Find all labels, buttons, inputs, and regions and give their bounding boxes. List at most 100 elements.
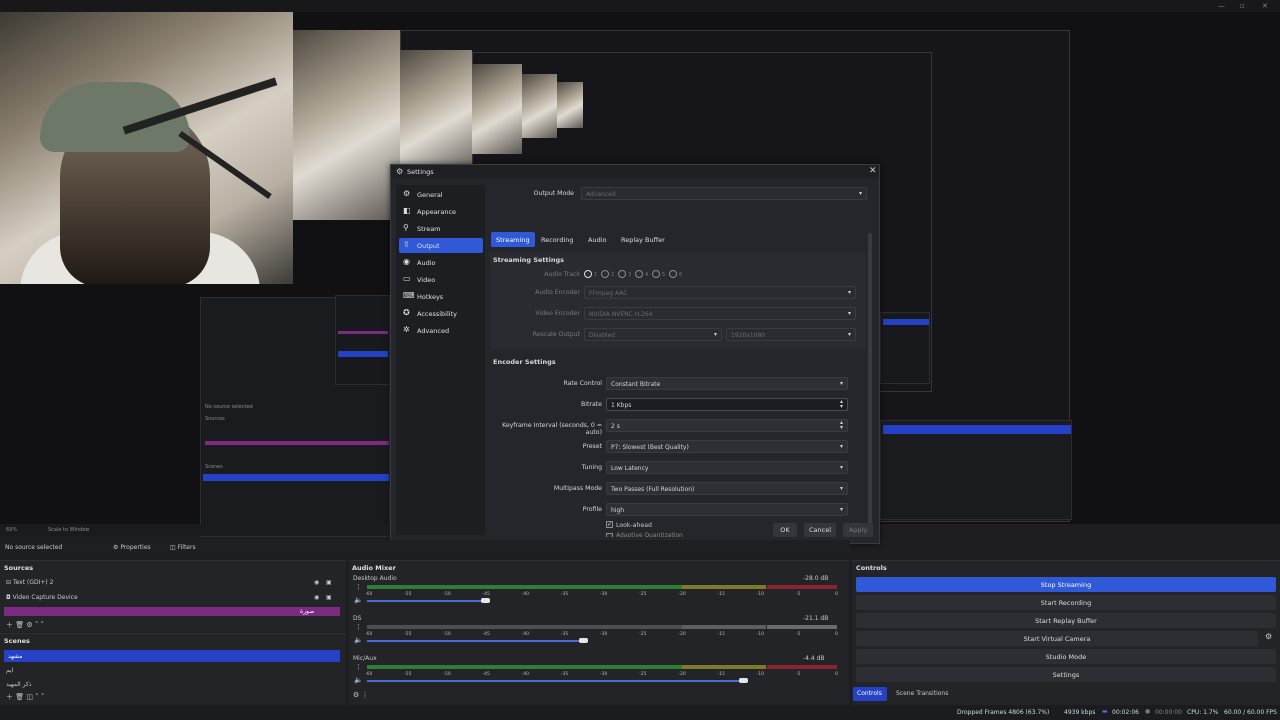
dock-tab-controls[interactable]: Controls — [853, 687, 887, 701]
dock-tab-scene-transitions[interactable]: Scene Transitions — [896, 690, 948, 697]
menu-dots-icon[interactable]: ⋮ — [355, 663, 362, 671]
lookahead-checkbox[interactable]: ✓ — [606, 521, 613, 528]
audio-mixer-title: Audio Mixer — [352, 564, 396, 572]
rescale-resolution-select[interactable]: 1920x1080 ▾ — [726, 328, 856, 341]
menu-dots-icon[interactable]: ⋮ — [355, 623, 362, 631]
speaker-icon[interactable]: 🔈 — [354, 596, 363, 604]
preset-select[interactable]: P7: Slowest (Best Quality) ▾ — [606, 440, 848, 453]
settings-dialog: ⚙ Settings ✕ ⚙ General ◧ Appearance ⚲ Stream ⇪… — [390, 164, 880, 544]
scene-item-selected[interactable]: مشهد — [4, 650, 340, 662]
audio-track-radio[interactable]: 2 — [601, 270, 614, 278]
eye-icon[interactable]: ◉ — [314, 579, 319, 586]
lock-icon[interactable]: ▣ — [326, 579, 332, 586]
source-item-selected[interactable]: صورة — [4, 607, 340, 616]
scene-item[interactable]: ذكر المهيد — [6, 681, 31, 688]
minimize-icon[interactable]: — — [1218, 2, 1225, 10]
nav-item-appearance[interactable]: ◧ Appearance — [399, 204, 483, 219]
lookahead-label: Look-ahead — [616, 522, 652, 529]
meter-scale-tick: -60 — [365, 632, 373, 637]
audio-track-radio[interactable]: 4 — [635, 270, 648, 278]
spin-arrows-icon[interactable]: ▴ ▾ — [840, 399, 843, 410]
nested-controls — [880, 420, 1072, 520]
tab-streaming[interactable]: Streaming — [491, 232, 535, 247]
volume-slider-knob[interactable] — [579, 638, 589, 643]
source-toolbar: No source selected ⚙ Properties ◫ Filter… — [0, 540, 850, 556]
stream-icon: ▬ — [1102, 708, 1108, 715]
audio-encoder-select[interactable]: FFmpeg AAC ▾ — [584, 286, 856, 299]
scene-actions[interactable]: ＋ 🗑 ◫ ˄ ˅ — [6, 692, 44, 702]
settings-button[interactable]: Settings — [856, 667, 1276, 682]
source-actions[interactable]: ＋ 🗑 ⚙ ˄ ˅ — [6, 620, 44, 630]
camera-echo-5 — [557, 82, 583, 128]
multipass-select[interactable]: Two Passes (Full Resolution) ▾ — [606, 482, 848, 495]
output-mode-select[interactable]: Advanced ▾ — [581, 187, 867, 200]
camera-icon: ◘ — [6, 594, 11, 601]
scale-mode[interactable]: Scale to Window — [48, 527, 89, 533]
video-encoder-select[interactable]: NVIDIA NVENC H.264 ▾ — [584, 307, 856, 320]
filters-button[interactable]: ◫ Filters — [170, 544, 196, 551]
studio-mode-button[interactable]: Studio Mode — [856, 649, 1276, 664]
meter-scale-tick: -50 — [443, 632, 451, 637]
bitrate-input[interactable]: 1 Kbps ▴ ▾ — [606, 398, 848, 411]
ok-button[interactable]: OK — [773, 523, 797, 537]
nav-item-label: Audio — [417, 259, 436, 267]
keyframe-label: Keyframe Interval (seconds, 0 = auto) — [502, 422, 602, 436]
adaptive-checkbox[interactable] — [606, 533, 613, 537]
source-item[interactable]: ◘ Video Capture Device — [6, 594, 78, 601]
start-replay-buffer-button[interactable]: Start Replay Buffer — [856, 613, 1276, 628]
stop-streaming-button[interactable]: Stop Streaming — [856, 577, 1276, 592]
start-virtual-camera-button[interactable]: Start Virtual Camera — [856, 631, 1258, 646]
cancel-button[interactable]: Cancel — [804, 523, 836, 537]
audio-track-radio[interactable]: 6 — [669, 270, 682, 278]
source-item[interactable]: ⊟ Text (GDI+) 2 — [6, 579, 53, 586]
settings-scrollbar[interactable] — [868, 233, 872, 529]
keyframe-input[interactable]: 2 s ▴ ▾ — [606, 419, 848, 432]
nav-item-advanced[interactable]: ✲ Advanced — [399, 323, 483, 338]
nav-item-label: General — [417, 191, 443, 199]
profile-select[interactable]: high ▾ — [606, 503, 848, 516]
camera-echo-1 — [293, 30, 400, 220]
rescale-output-select[interactable]: Disabled ▾ — [584, 328, 722, 341]
nav-item-general[interactable]: ⚙ General — [399, 187, 483, 202]
nav-item-stream[interactable]: ⚲ Stream — [399, 221, 483, 236]
meter-scale-tick: -15 — [717, 672, 725, 677]
close-dialog-icon[interactable]: ✕ — [869, 166, 877, 176]
audio-track-radio[interactable]: 3 — [618, 270, 631, 278]
volume-slider[interactable] — [367, 600, 485, 602]
spin-arrows-icon[interactable]: ▴ ▾ — [840, 420, 843, 431]
volume-slider-knob[interactable] — [480, 598, 490, 603]
nav-item-accessibility[interactable]: ✪ Accessibility — [399, 306, 483, 321]
scene-item[interactable]: ايم — [6, 667, 13, 674]
lock-icon[interactable]: ▣ — [326, 594, 332, 601]
nav-item-hotkeys[interactable]: ⌨ Hotkeys — [399, 289, 483, 304]
close-icon[interactable]: ✕ — [1262, 2, 1268, 10]
volume-slider-knob[interactable] — [739, 678, 748, 683]
zoom-level[interactable]: 69% — [6, 527, 17, 533]
maximize-icon[interactable]: ▫ — [1240, 2, 1245, 10]
menu-dots-icon[interactable]: ⋮ — [355, 583, 362, 591]
apply-button[interactable]: Apply — [843, 523, 873, 537]
properties-button[interactable]: ⚙ Properties — [113, 544, 151, 551]
virtual-camera-settings-icon[interactable]: ⚙ — [1265, 632, 1272, 641]
tab-replay-buffer[interactable]: Replay Buffer — [616, 232, 670, 247]
volume-slider[interactable] — [367, 640, 584, 642]
camera-echo-2 — [400, 50, 472, 176]
nav-item-audio[interactable]: ◉ Audio — [399, 255, 483, 270]
nav-item-video[interactable]: ▭ Video — [399, 272, 483, 287]
tab-recording[interactable]: Recording — [536, 232, 579, 247]
speaker-icon[interactable]: 🔈 — [354, 676, 363, 684]
audio-track-radio[interactable]: 1 — [584, 270, 597, 278]
meter-scale-tick: -35 — [560, 592, 569, 597]
rate-control-select[interactable]: Constant Bitrate ▾ — [606, 377, 848, 390]
tuning-select[interactable]: Low Latency ▾ — [606, 461, 848, 474]
speaker-icon[interactable]: 🔈 — [354, 636, 363, 644]
volume-slider[interactable] — [367, 680, 743, 682]
mixer-settings-icon[interactable]: ⚙ ⋮ — [353, 691, 369, 699]
eye-icon[interactable]: ◉ — [314, 594, 319, 601]
output-mode-label: Output Mode — [533, 190, 574, 197]
tab-audio[interactable]: Audio — [583, 232, 611, 247]
meter-yellow — [681, 665, 767, 669]
audio-track-radio[interactable]: 5 — [652, 270, 665, 278]
nav-item-output[interactable]: ⇪ Output — [399, 238, 483, 253]
start-recording-button[interactable]: Start Recording — [856, 595, 1276, 610]
